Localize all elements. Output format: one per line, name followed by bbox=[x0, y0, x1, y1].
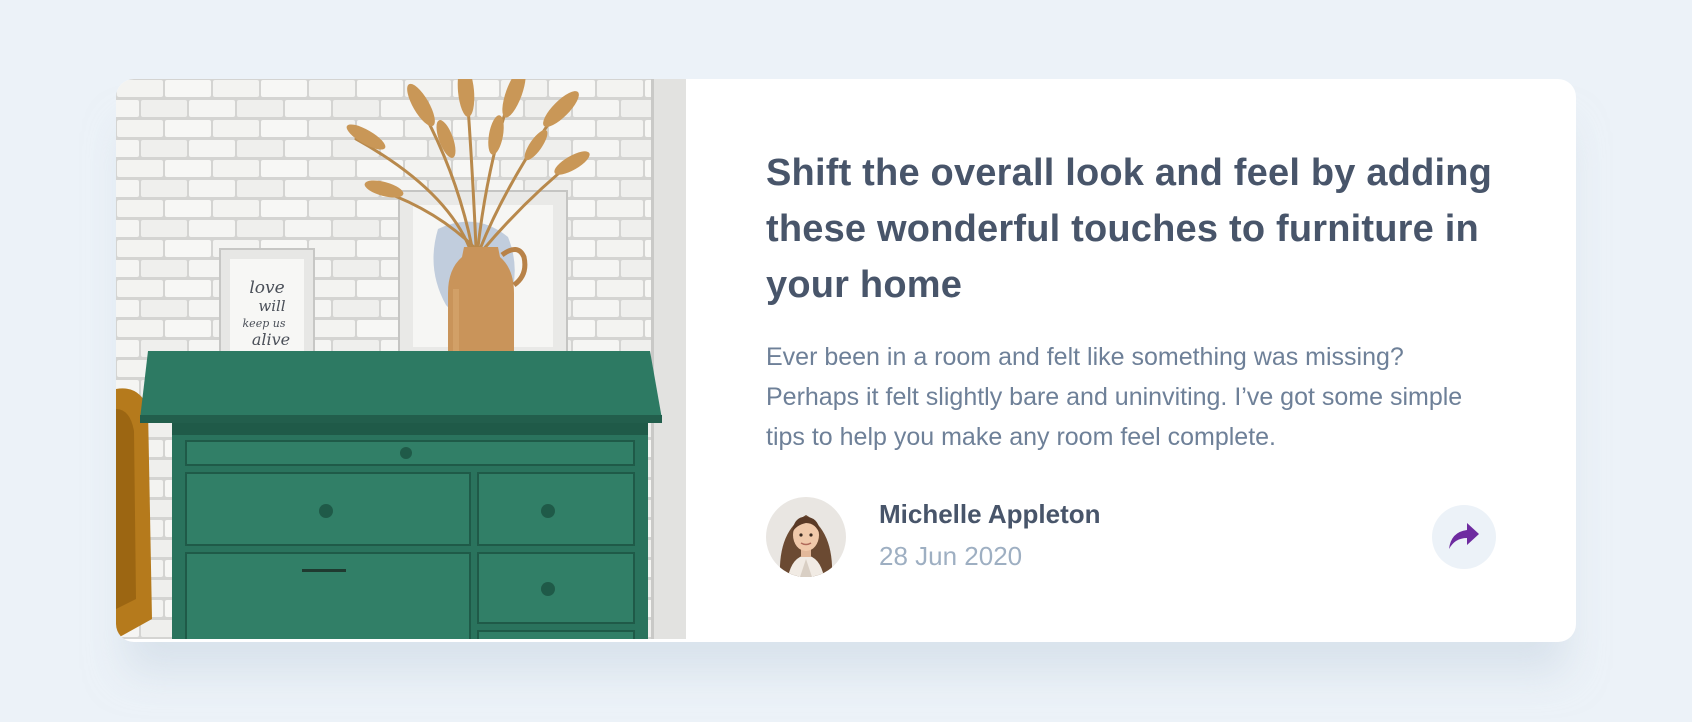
publish-date: 28 Jun 2020 bbox=[879, 541, 1023, 571]
article-preview-card: love will keep us alive Shift the overal… bbox=[116, 79, 1576, 642]
frame-text: love bbox=[249, 278, 284, 298]
article-title: Shift the overall look and feel by addin… bbox=[766, 152, 1493, 306]
author-name: Michelle Appleton bbox=[879, 499, 1101, 529]
drawers-photo: love will keep us alive bbox=[116, 79, 686, 639]
svg-text:alive: alive bbox=[252, 330, 290, 349]
svg-text:keep us: keep us bbox=[243, 317, 286, 330]
share-button[interactable] bbox=[1432, 505, 1496, 569]
author-avatar bbox=[766, 497, 846, 577]
share-icon bbox=[1449, 522, 1479, 552]
svg-text:will: will bbox=[258, 297, 285, 315]
article-description: Ever been in a room and felt like someth… bbox=[766, 343, 1463, 451]
article-content: Shift the overall look and feel by addin… bbox=[766, 79, 1566, 642]
